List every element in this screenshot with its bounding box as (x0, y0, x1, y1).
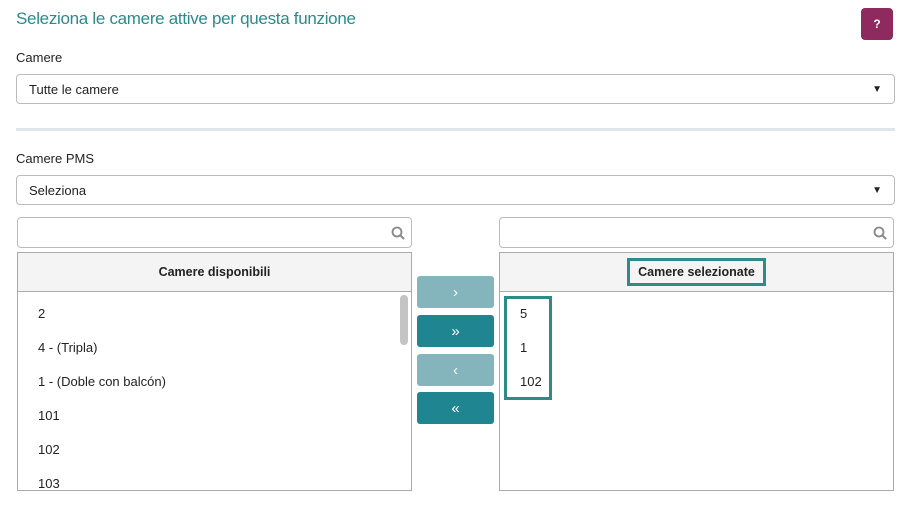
list-item[interactable]: 4 - (Tripla) (38, 340, 97, 355)
search-icon (391, 226, 405, 240)
camere-pms-select-value: Seleziona (29, 182, 87, 198)
move-all-right-button[interactable]: » (417, 315, 494, 347)
list-item[interactable]: 102 (38, 442, 60, 457)
camere-pms-select[interactable]: Seleziona ▼ (16, 175, 895, 205)
selected-header-row: Camere selezionate (500, 253, 893, 292)
search-icon (873, 226, 887, 240)
list-item[interactable]: 101 (38, 408, 60, 423)
move-right-button[interactable]: › (417, 276, 494, 308)
chevron-down-icon: ▼ (872, 83, 882, 95)
available-search-input[interactable] (17, 217, 412, 248)
move-left-button[interactable]: ‹ (417, 354, 494, 386)
camere-pms-label: Camere PMS (16, 151, 95, 166)
move-all-left-button[interactable]: « (417, 392, 494, 424)
list-item[interactable]: 102 (520, 374, 542, 389)
page-title: Seleziona le camere attive per questa fu… (16, 9, 356, 28)
chevron-down-icon: ▼ (872, 184, 882, 196)
camere-label: Camere (16, 50, 63, 65)
available-header: Camere disponibili (18, 253, 411, 292)
divider (16, 128, 895, 131)
selected-search-input[interactable] (499, 217, 894, 248)
selected-header: Camere selezionate (627, 258, 766, 286)
list-item[interactable]: 1 (520, 340, 527, 355)
list-item[interactable]: 1 - (Doble con balcón) (38, 374, 166, 389)
list-item[interactable]: 103 (38, 476, 60, 490)
list-item[interactable]: 2 (38, 306, 45, 321)
camere-select-value: Tutte le camere (29, 81, 119, 97)
list-item[interactable]: 5 (520, 306, 527, 321)
selected-list[interactable]: Camere selezionate 5 1 102 (499, 252, 894, 491)
help-button[interactable]: ? (861, 8, 893, 40)
camere-select[interactable]: Tutte le camere ▼ (16, 74, 895, 104)
available-list[interactable]: Camere disponibili 2 4 - (Tripla) 1 - (D… (17, 252, 412, 491)
scrollbar[interactable] (400, 295, 408, 345)
